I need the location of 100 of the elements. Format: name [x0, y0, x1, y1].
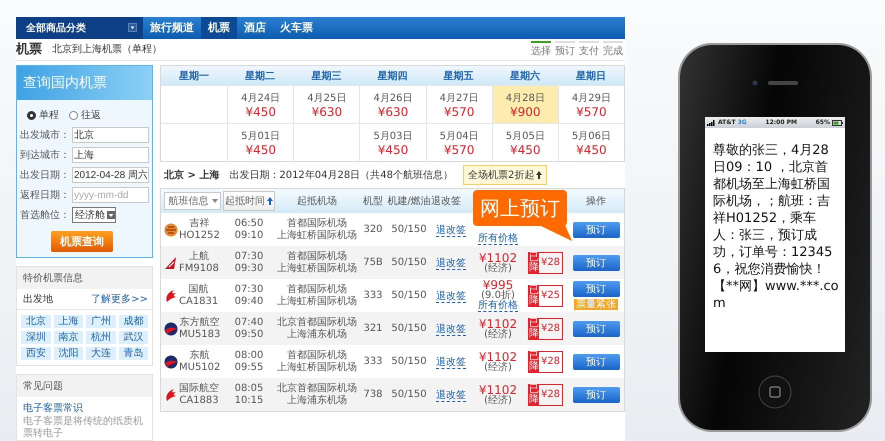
calendar-day[interactable]: 4月25日 ¥630	[293, 85, 360, 123]
calendar-day[interactable]: 4月29日 ¥570	[558, 85, 624, 123]
book-button[interactable]: 预订	[572, 386, 620, 402]
field-label: 返程日期：	[20, 188, 71, 202]
city-link[interactable]: 杭州	[86, 331, 116, 344]
calendar-day[interactable]: 4月28日 ¥900	[492, 85, 558, 123]
book-button[interactable]: 预订	[572, 222, 620, 238]
more-link[interactable]: 了解更多>>	[91, 292, 148, 306]
calendar-day[interactable]: 5月05日 ¥450	[492, 123, 558, 161]
fare-price: ¥1102	[478, 350, 518, 362]
book-button[interactable]: 预订	[572, 354, 620, 370]
city-link[interactable]: 成都	[118, 315, 148, 328]
refund-rules-link[interactable]: 退改签	[436, 224, 466, 236]
arrow-up-icon	[536, 171, 542, 179]
faq-text: 电子客票是将传统的纸质机票转电子	[22, 416, 144, 440]
sort-button[interactable]: 起抵时间	[223, 191, 275, 211]
calendar-day[interactable]: 4月24日 ¥450	[227, 85, 294, 123]
city-link[interactable]: 武汉	[118, 331, 148, 344]
refund-rules-link[interactable]: 退改签	[436, 258, 466, 270]
fare-price: ¥1102	[478, 318, 518, 330]
airline-name: 东方航空	[179, 316, 220, 328]
nav-tab[interactable]: 旅行频道	[143, 17, 201, 38]
progress-step: 选择	[531, 40, 551, 58]
flight-number: FM9108	[179, 262, 219, 274]
fare-note: (9.0折)	[481, 291, 515, 301]
dropdown-icon	[212, 199, 218, 203]
nav-tab[interactable]: 火车票	[273, 17, 320, 38]
page-title: 机票	[16, 41, 42, 58]
arrival-time: 10:15	[234, 394, 264, 406]
weekday-header: 星期二	[227, 66, 294, 85]
flight-number: CA1831	[179, 296, 218, 308]
city-link[interactable]: 北京	[21, 315, 50, 328]
nav-tab[interactable]: 酒店	[237, 17, 273, 38]
cabin-select[interactable]: 经济舱	[72, 207, 116, 223]
search-panel-title: 查询国内机票	[17, 66, 152, 100]
fare-note: (经济)	[484, 396, 512, 406]
calendar-day[interactable]: 5月01日 ¥450	[227, 123, 294, 161]
calendar-day[interactable]: 4月26日 ¥630	[359, 85, 426, 123]
city-link[interactable]: 上海	[54, 315, 83, 328]
departure-airport: 北京首都国际机场	[276, 382, 358, 394]
departure-time: 07:40	[234, 316, 264, 328]
trip-type-radio[interactable]: 往返	[69, 108, 101, 122]
trip-type-radio[interactable]: 单程	[27, 108, 59, 122]
arrival-airport: 上海虹桥国际机场	[276, 262, 358, 274]
aircraft-model: 738	[362, 389, 384, 400]
flight-info-dropdown[interactable]: 航班信息	[164, 192, 220, 210]
departure-time: 07:30	[234, 250, 264, 262]
origin-label: 出发地	[23, 292, 53, 306]
input-field[interactable]: 北京	[72, 127, 149, 143]
book-button[interactable]: 预订	[572, 254, 620, 270]
airline-logo-icon	[164, 256, 178, 270]
arrival-time: 09:30	[234, 262, 264, 274]
progress-step: 预订	[555, 40, 575, 58]
weekday-header: 星期五	[426, 66, 492, 85]
calendar-day[interactable]: 5月06日 ¥450	[558, 123, 624, 161]
home-button-icon[interactable]	[758, 375, 792, 409]
city-link[interactable]: 广州	[86, 315, 116, 328]
arrival-time: 09:10	[234, 230, 264, 242]
city-link[interactable]: 西安	[21, 347, 50, 360]
nav-tab[interactable]: 机票	[201, 17, 237, 38]
arrival-airport: 上海浦东机场	[286, 394, 348, 406]
flight-number: HO1252	[179, 230, 220, 242]
refund-rules-link[interactable]: 退改签	[436, 390, 466, 402]
input-field[interactable]: yyyy-mm-dd	[72, 187, 149, 203]
departure-time: 06:50	[234, 218, 264, 230]
flight-number: MU5183	[179, 328, 220, 340]
refund-rules-link[interactable]: 退改签	[436, 324, 466, 336]
arrival-time: 09:50	[234, 328, 264, 340]
deals-title: 特价机票信息	[17, 267, 152, 289]
city-link[interactable]: 青岛	[118, 347, 148, 360]
airport-fuel-tax: 50/150	[390, 323, 428, 334]
airport-fuel-tax: 50/150	[390, 389, 428, 400]
fare-price: ¥1102	[478, 384, 518, 396]
city-link[interactable]: 深圳	[21, 331, 50, 344]
book-button[interactable]: 预订	[572, 320, 620, 336]
refund-rules-link[interactable]: 退改签	[436, 290, 466, 302]
book-button[interactable]: 预订	[572, 281, 620, 297]
fare-price: ¥995	[482, 279, 514, 291]
refund-rules-link[interactable]: 退改签	[436, 356, 466, 368]
city-link[interactable]: 大连	[86, 347, 116, 360]
all-prices-link[interactable]: 所有价格	[478, 234, 518, 245]
calendar-day[interactable]: 5月03日 ¥450	[359, 123, 426, 161]
airline-name: 国际航空	[179, 382, 219, 394]
city-link[interactable]: 南京	[54, 331, 83, 344]
flight-number: CA1883	[179, 394, 219, 406]
input-field[interactable]: 上海	[72, 147, 149, 163]
category-menu[interactable]: 全部商品分类	[16, 17, 143, 38]
faq-link[interactable]: 电子客票常识	[17, 397, 152, 416]
promo-tip: 全场机票2折起	[462, 165, 548, 185]
sms-message: 尊敬的张三，4月28日09：10 ，北京首都机场至上海虹桥国际机场，；航班：吉祥H01252，乘车人：张三，预订成功，订单号：123456，祝您消费愉快！【**网】www.***.com	[712, 142, 840, 312]
airline-logo-icon	[164, 222, 178, 236]
city-link[interactable]: 沈阳	[54, 347, 83, 360]
departure-airport: 首都国际机场	[286, 250, 348, 262]
aircraft-model: 320	[362, 224, 384, 235]
sort-arrow-icon	[267, 197, 273, 205]
arrival-time: 09:55	[234, 362, 264, 374]
dropdown-icon	[128, 23, 137, 32]
arrival-time: 09:40	[234, 296, 264, 308]
calendar-day[interactable]: 5月04日 ¥570	[426, 123, 492, 161]
calendar-cell	[293, 123, 360, 161]
